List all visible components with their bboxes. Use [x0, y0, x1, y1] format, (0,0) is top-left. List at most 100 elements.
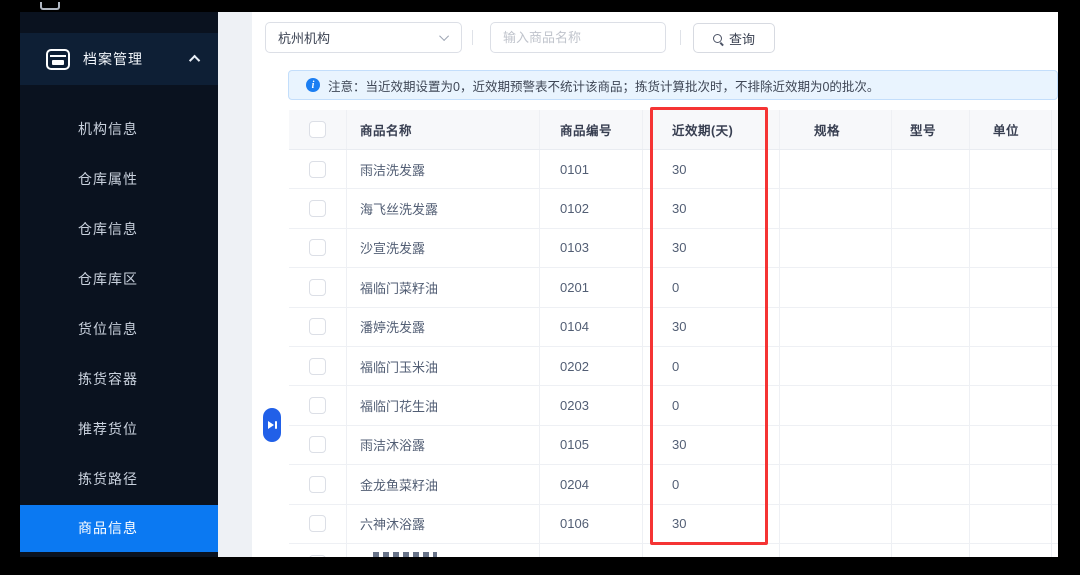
- col-header-stub: [1052, 110, 1058, 149]
- cell-product-name: 六神沐浴露: [347, 505, 540, 543]
- cell-expiry-days: 30: [643, 505, 780, 543]
- table-row: 金龙鱼菜籽油 0204 0: [289, 465, 1058, 504]
- org-select-value: 杭州机构: [278, 28, 330, 47]
- col-header-code: 商品编号: [540, 110, 643, 149]
- toolbar-divider: [680, 30, 681, 45]
- cell-product-name: 潘婷洗发露: [347, 308, 540, 346]
- query-button[interactable]: 查询: [693, 23, 775, 53]
- cell-product-code: 0203: [540, 386, 643, 424]
- row-checkbox[interactable]: [309, 200, 326, 217]
- cell-product-name: 福临门花生油: [347, 386, 540, 424]
- cell-product-name: 金龙鱼菜籽油: [347, 465, 540, 503]
- cell-product-code: 0106: [540, 505, 643, 543]
- sidebar-item-pick-container[interactable]: 拣货容器: [20, 354, 218, 404]
- info-icon: i: [306, 78, 320, 92]
- sidebar-item-pick-path[interactable]: 拣货路径: [20, 454, 218, 504]
- table-row: 雨洁沐浴露 0105 30: [289, 426, 1058, 465]
- cell-product-code: 0104: [540, 308, 643, 346]
- cell-product-name: 海飞丝洗发露: [347, 189, 540, 227]
- cell-product-code: 0105: [540, 426, 643, 464]
- table-row: 福临门玉米油 0202 0: [289, 347, 1058, 386]
- table-row: 六神沐浴露 0106 30: [289, 505, 1058, 544]
- row-checkbox[interactable]: [309, 555, 326, 557]
- archive-box-icon: [46, 49, 70, 70]
- notice-banner: i 注意：当近效期设置为0，近效期预警表不统计该商品；拣货计算批次时，不排除近效…: [288, 70, 1058, 100]
- row-checkbox[interactable]: [309, 279, 326, 296]
- row-checkbox[interactable]: [309, 358, 326, 375]
- sidebar-item-org-info[interactable]: 机构信息: [20, 104, 218, 154]
- sidebar-gutter: [218, 12, 252, 557]
- sidebar-group-archive-management[interactable]: 档案管理: [20, 33, 218, 85]
- table-row-clipped: [289, 544, 1058, 557]
- sidebar-item-warehouse-attr[interactable]: 仓库属性: [20, 154, 218, 204]
- table-row: 福临门菜籽油 0201 0: [289, 268, 1058, 307]
- cell-expiry-days: 30: [643, 189, 780, 227]
- table-row: 福临门花生油 0203 0: [289, 386, 1058, 425]
- search-icon: [713, 34, 722, 43]
- sidebar-group-label: 档案管理: [83, 49, 143, 69]
- notice-text: 注意：当近效期设置为0，近效期预警表不统计该商品；拣货计算批次时，不排除近效期为…: [328, 76, 879, 95]
- cell-product-name: 雨洁洗发露: [347, 150, 540, 188]
- col-header-spec: 规格: [780, 110, 892, 149]
- row-checkbox[interactable]: [309, 318, 326, 335]
- query-button-label: 查询: [729, 29, 755, 48]
- col-header-unit: 单位: [970, 110, 1052, 149]
- sidebar: 档案管理 机构信息 仓库属性 仓库信息 仓库库区 货位信息 拣货容器 推荐货位 …: [20, 12, 218, 557]
- toolbar-divider: [472, 30, 473, 45]
- screen: 档案管理 机构信息 仓库属性 仓库信息 仓库库区 货位信息 拣货容器 推荐货位 …: [0, 0, 1080, 575]
- cell-product-code: 0101: [540, 150, 643, 188]
- cell-unit: [970, 150, 1052, 188]
- cell-product-code: 0102: [540, 189, 643, 227]
- row-checkbox[interactable]: [309, 436, 326, 453]
- sidebar-item-warehouse-zone[interactable]: 仓库库区: [20, 254, 218, 304]
- cell-expiry-days: 30: [643, 229, 780, 267]
- table-row: 潘婷洗发露 0104 30: [289, 308, 1058, 347]
- cell-product-code: 0202: [540, 347, 643, 385]
- cell-product-code: 0204: [540, 465, 643, 503]
- table-row: 雨洁洗发露 0101 30: [289, 150, 1058, 189]
- cell-product-code: 0103: [540, 229, 643, 267]
- col-header-days: 近效期(天): [643, 110, 780, 149]
- sidebar-item-location-info[interactable]: 货位信息: [20, 304, 218, 354]
- arrow-right-icon: [268, 421, 274, 429]
- cell-product-name: 雨洁沐浴露: [347, 426, 540, 464]
- select-all-cell: [289, 110, 347, 149]
- cell-spec: [780, 150, 892, 188]
- collapse-toggle-button[interactable]: [263, 408, 281, 442]
- clipped-text: [373, 552, 437, 557]
- row-checkbox[interactable]: [309, 397, 326, 414]
- sidebar-item-recommend-loc[interactable]: 推荐货位: [20, 404, 218, 454]
- app-window: 档案管理 机构信息 仓库属性 仓库信息 仓库库区 货位信息 拣货容器 推荐货位 …: [20, 12, 1058, 557]
- cell-expiry-days: 0: [643, 347, 780, 385]
- row-checkbox[interactable]: [309, 161, 326, 178]
- cell-expiry-days: 30: [643, 150, 780, 188]
- cell-expiry-days: 0: [643, 386, 780, 424]
- cell-expiry-days: 0: [643, 268, 780, 306]
- cell-model: [892, 150, 970, 188]
- row-checkbox[interactable]: [309, 239, 326, 256]
- cell-product-name: 沙宣洗发露: [347, 229, 540, 267]
- cell-product-code: 0201: [540, 268, 643, 306]
- table-row: 海飞丝洗发露 0102 30: [289, 189, 1058, 228]
- sidebar-item-warehouse-info[interactable]: 仓库信息: [20, 204, 218, 254]
- main-content: 杭州机构 查询 i 注意：当近效期设置为0，近效期预警表不统计该商品；拣货计算批…: [252, 12, 1058, 557]
- sidebar-item-product-info-active[interactable]: 商品信息: [20, 505, 218, 552]
- cell-expiry-days: 30: [643, 426, 780, 464]
- cell-expiry-days: 0: [643, 465, 780, 503]
- org-select[interactable]: 杭州机构: [265, 22, 462, 53]
- product-name-input[interactable]: [490, 22, 666, 53]
- clipped-top-item: [40, 2, 60, 10]
- product-table: 商品名称 商品编号 近效期(天) 规格 型号 单位 雨洁洗发露 0101 30: [289, 110, 1058, 557]
- table-header-row: 商品名称 商品编号 近效期(天) 规格 型号 单位: [289, 110, 1058, 150]
- chevron-up-icon: [189, 55, 200, 66]
- cell-product-name-clipped: [347, 544, 540, 557]
- row-checkbox[interactable]: [309, 476, 326, 493]
- col-header-name: 商品名称: [347, 110, 540, 149]
- table-row: 沙宣洗发露 0103 30: [289, 229, 1058, 268]
- row-checkbox[interactable]: [309, 515, 326, 532]
- chevron-down-icon: [439, 31, 449, 41]
- select-all-checkbox[interactable]: [309, 121, 326, 138]
- sidebar-submenu: 机构信息 仓库属性 仓库信息 仓库库区 货位信息 拣货容器 推荐货位 拣货路径: [20, 104, 218, 504]
- cell-product-name: 福临门菜籽油: [347, 268, 540, 306]
- cell-product-name: 福临门玉米油: [347, 347, 540, 385]
